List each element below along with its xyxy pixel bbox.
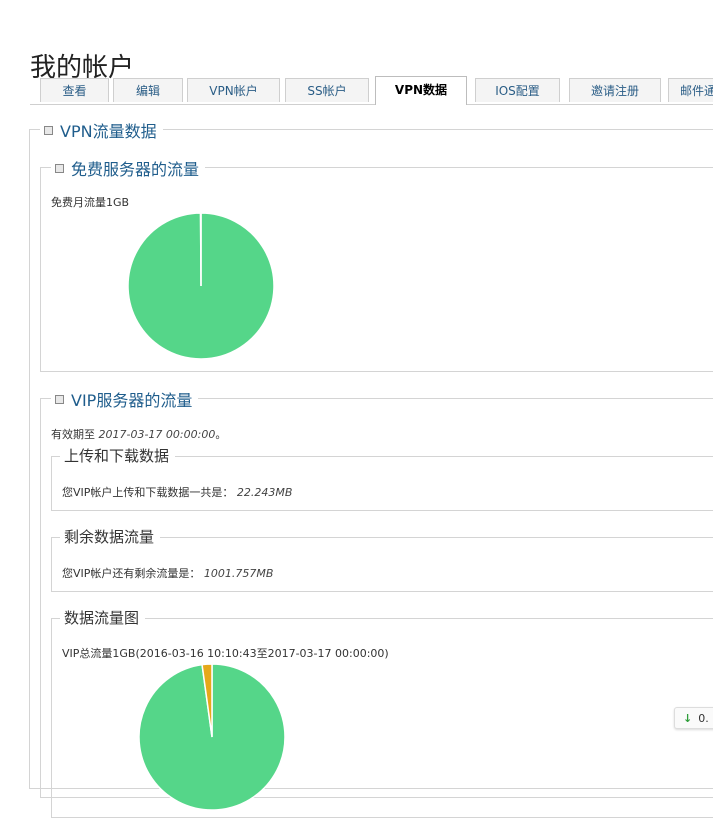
vip-expiry-prefix: 有效期至	[51, 428, 95, 441]
floating-download-widget[interactable]: ↓ 0.	[674, 707, 713, 729]
down-arrow-icon: ↓	[683, 712, 692, 725]
updown-prefix: 您VIP帐户上传和下载数据一共是：	[62, 486, 233, 499]
tab-invite-register[interactable]: 邀请注册	[569, 78, 661, 102]
vip-server-title: VIP服务器的流量	[71, 387, 192, 411]
vip-total-label: VIP总流量1GB(2016-03-16 10:10:43至2017-03-17…	[62, 645, 389, 661]
free-monthly-label: 免费月流量1GB	[51, 194, 129, 210]
tab-edit[interactable]: 编辑	[113, 78, 183, 102]
vip-expiry-suffix: 。	[215, 428, 226, 441]
updown-legend: 上传和下载数据	[60, 445, 175, 466]
tab-vpn-account[interactable]: VPN帐户	[187, 78, 280, 102]
remaining-prefix: 您VIP帐户还有剩余流量是：	[62, 567, 200, 580]
vip-server-legend[interactable]: VIP服务器的流量	[51, 387, 198, 411]
tab-ss-account[interactable]: SS帐户	[285, 78, 369, 102]
remaining-text: 您VIP帐户还有剩余流量是： 1001.757MB	[62, 565, 273, 581]
remaining-legend: 剩余数据流量	[60, 526, 160, 547]
free-server-title: 免费服务器的流量	[71, 156, 199, 180]
free-traffic-pie-chart	[126, 211, 276, 361]
updown-value: 22.243MB	[237, 486, 293, 499]
vip-traffic-pie-chart	[137, 662, 287, 812]
collapse-toggle-icon[interactable]	[55, 164, 64, 173]
tab-vpn-data[interactable]: VPN数据	[375, 76, 467, 105]
vpn-traffic-legend[interactable]: VPN流量数据	[40, 118, 163, 142]
updown-text: 您VIP帐户上传和下载数据一共是： 22.243MB	[62, 484, 292, 500]
traffic-chart-legend: 数据流量图	[60, 607, 145, 628]
collapse-toggle-icon[interactable]	[55, 395, 64, 404]
tab-ios-config[interactable]: IOS配置	[475, 78, 560, 102]
tab-mail[interactable]: 邮件通	[668, 78, 713, 102]
updown-title: 上传和下载数据	[64, 445, 169, 466]
tab-bar: 查看 编辑 VPN帐户 SS帐户 VPN数据 IOS配置 邀请注册 邮件通	[30, 78, 713, 105]
vip-expiry-text: 有效期至 2017-03-17 00:00:00。	[51, 426, 226, 442]
remaining-value: 1001.757MB	[204, 567, 274, 580]
tab-view[interactable]: 查看	[40, 78, 109, 102]
collapse-toggle-icon[interactable]	[44, 126, 53, 135]
vip-expiry-value: 2017-03-17 00:00:00	[99, 428, 216, 441]
remaining-title: 剩余数据流量	[64, 526, 154, 547]
traffic-chart-title: 数据流量图	[64, 607, 139, 628]
free-server-legend[interactable]: 免费服务器的流量	[51, 156, 205, 180]
widget-value: 0.	[698, 712, 709, 725]
vpn-traffic-title: VPN流量数据	[60, 118, 157, 142]
